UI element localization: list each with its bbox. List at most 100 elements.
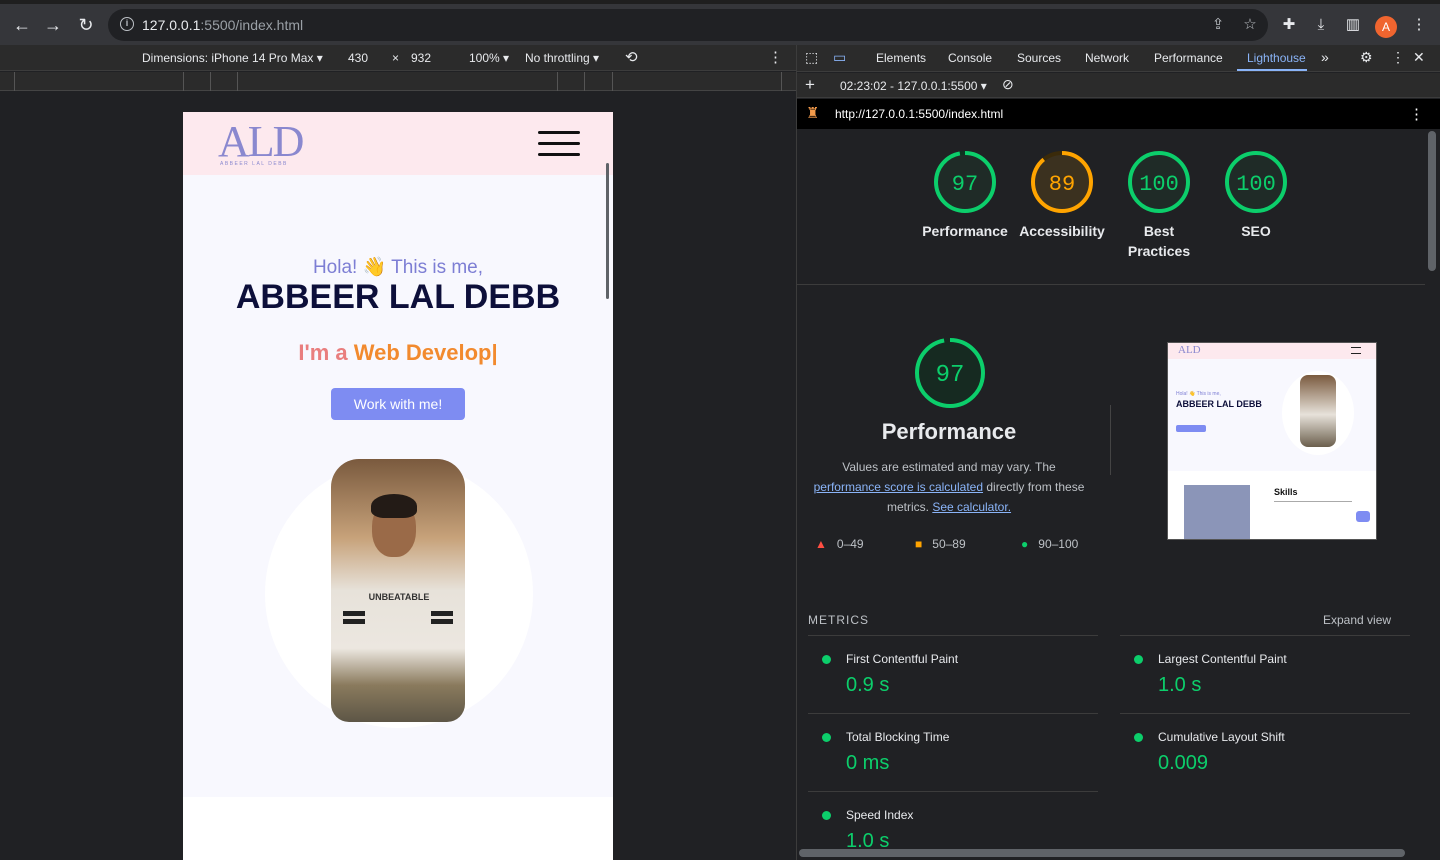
extensions-puzzle-icon[interactable]: ✚ — [1278, 14, 1300, 36]
forward-arrow-icon[interactable]: → — [41, 13, 65, 37]
metric-name: Total Blocking Time — [846, 730, 950, 744]
tab-lighthouse[interactable]: Lighthouse — [1247, 51, 1306, 65]
devtools-menu-icon[interactable]: ⋮ — [1391, 49, 1405, 66]
performance-big-score: 97 — [936, 362, 965, 389]
bookmark-star-icon[interactable]: ☆ — [1240, 15, 1260, 35]
metric-speed-index: Speed Index 1.0 s — [808, 791, 1098, 847]
side-panel-icon[interactable]: ▥ — [1342, 14, 1364, 36]
profile-photo: UNBEATABLE — [331, 459, 465, 722]
share-icon[interactable]: ⇪ — [1208, 15, 1228, 35]
metric-value: 1.0 s — [1158, 674, 1202, 696]
viewport-pane: Dimensions: iPhone 14 Pro Max ▾ 430 × 93… — [0, 45, 796, 860]
score-gauge-accessibility[interactable]: 89 Accessibility — [1012, 149, 1112, 241]
metric-first-contentful-paint: First Contentful Paint 0.9 s — [808, 635, 1098, 713]
tab-console[interactable]: Console — [948, 51, 992, 65]
device-toolbar-menu-icon[interactable]: ⋮ — [768, 48, 783, 66]
address-url[interactable]: 127.0.0.1:5500/index.html — [142, 17, 303, 33]
svg-text:100: 100 — [1139, 172, 1179, 197]
tab-network[interactable]: Network — [1085, 51, 1129, 65]
download-icon[interactable]: ⤓ — [1310, 14, 1332, 36]
pass-dot-icon — [822, 811, 831, 820]
report-horizontal-scrollbar[interactable] — [799, 849, 1405, 857]
final-screenshot-thumbnail[interactable]: ALD Hola! 👋 This is me, ABBEER LAL DEBB … — [1167, 342, 1377, 540]
throttling-select[interactable]: No throttling ▾ — [525, 51, 599, 65]
tab-elements[interactable]: Elements — [876, 51, 926, 65]
device-width[interactable]: 430 — [348, 51, 368, 65]
report-menu-icon[interactable]: ⋮ — [1409, 105, 1424, 123]
lighthouse-toolbar: + 02:23:02 - 127.0.0.1:5500 ▾ ⊘ — [797, 73, 1440, 98]
metric-largest-contentful-paint: Largest Contentful Paint 1.0 s — [1120, 635, 1410, 713]
metric-name: Cumulative Layout Shift — [1158, 730, 1285, 744]
active-tab-indicator — [1237, 69, 1307, 71]
close-devtools-icon[interactable]: ✕ — [1413, 49, 1425, 66]
back-arrow-icon[interactable]: ← — [10, 13, 34, 37]
profile-avatar[interactable]: A — [1375, 16, 1397, 38]
performance-description: Values are estimated and may vary. The p… — [813, 460, 1085, 514]
gauge-label: Accessibility — [1019, 223, 1105, 239]
site-info-icon[interactable]: i — [120, 17, 134, 31]
metric-name: Largest Contentful Paint — [1158, 652, 1287, 666]
metric-value: 0.9 s — [846, 674, 890, 696]
svg-text:100: 100 — [1236, 172, 1276, 197]
report-url[interactable]: http://127.0.0.1:5500/index.html — [835, 107, 1003, 121]
new-report-plus-icon[interactable]: + — [805, 75, 815, 95]
tab-performance[interactable]: Performance — [1154, 51, 1223, 65]
devtools-tabbar: ⬚ ▭ Elements Console Sources Network Per… — [797, 45, 1440, 72]
report-scrollbar[interactable] — [1428, 131, 1436, 271]
metric-cumulative-layout-shift: Cumulative Layout Shift 0.009 — [1120, 713, 1410, 791]
legend-average: ■ 50–89 — [915, 537, 966, 551]
hamburger-menu-icon[interactable] — [538, 131, 580, 157]
metric-value: 0.009 — [1158, 752, 1209, 774]
site-logo-subtitle: ABBEER LAL DEBB — [220, 161, 288, 167]
page-scrollbar[interactable] — [606, 163, 609, 299]
svg-text:97: 97 — [952, 172, 978, 197]
gauge-ring: 100 — [1225, 151, 1287, 213]
device-toolbar: Dimensions: iPhone 14 Pro Max ▾ 430 × 93… — [0, 45, 796, 71]
device-toggle-icon[interactable]: ▭ — [833, 49, 846, 66]
metric-total-blocking-time: Total Blocking Time 0 ms — [808, 713, 1098, 791]
clear-reports-icon[interactable]: ⊘ — [1002, 76, 1014, 93]
report-url-bar: ♜ http://127.0.0.1:5500/index.html ⋮ — [797, 99, 1440, 129]
typed-role: I'm a Web Develop| — [298, 340, 498, 365]
rotate-icon[interactable]: ⟲ — [625, 48, 638, 66]
lighthouse-logo-icon: ♜ — [806, 105, 820, 122]
pass-dot-icon — [1134, 655, 1143, 664]
gauge-label: SEO — [1241, 223, 1271, 239]
metric-value: 1.0 s — [846, 830, 890, 847]
report-select[interactable]: 02:23:02 - 127.0.0.1:5500 ▾ — [840, 79, 987, 93]
site-header: ALD ABBEER LAL DEBB — [183, 112, 613, 175]
pass-dot-icon — [1134, 733, 1143, 742]
browser-menu-icon[interactable]: ⋮ — [1408, 14, 1430, 36]
triangle-icon: ▲ — [815, 537, 827, 551]
media-query-ruler — [0, 72, 796, 91]
circle-icon: ● — [1021, 537, 1029, 551]
tab-sources[interactable]: Sources — [1017, 51, 1061, 65]
legend-pass: ● 90–100 — [1021, 537, 1079, 551]
score-gauge-best-practices[interactable]: 100 Best Practices — [1109, 149, 1209, 261]
metric-name: First Contentful Paint — [846, 652, 959, 666]
inspect-element-icon[interactable]: ⬚ — [805, 49, 818, 66]
more-tabs-icon[interactable]: » — [1321, 49, 1329, 65]
device-height[interactable]: 932 — [411, 51, 431, 65]
see-calculator-link[interactable]: See calculator. — [932, 500, 1011, 514]
work-with-me-button[interactable]: Work with me! — [331, 388, 465, 420]
address-bar[interactable]: i 127.0.0.1:5500/index.html ⇪ ☆ — [108, 9, 1268, 41]
devtools-pane: ⬚ ▭ Elements Console Sources Network Per… — [797, 45, 1440, 860]
settings-gear-icon[interactable]: ⚙ — [1360, 49, 1373, 66]
emulated-page: ALD ABBEER LAL DEBB Hola! 👋 This is me, … — [183, 112, 613, 860]
svg-text:89: 89 — [1049, 172, 1075, 197]
metrics-heading: METRICS — [808, 613, 869, 627]
pass-dot-icon — [822, 655, 831, 664]
site-logo[interactable]: ALD — [218, 116, 304, 167]
device-select[interactable]: Dimensions: iPhone 14 Pro Max ▾ — [142, 51, 323, 65]
lighthouse-report: 97 Performance 89 Accessibility 100 Best Prac… — [797, 129, 1425, 847]
zoom-select[interactable]: 100% ▾ — [469, 51, 509, 65]
score-gauge-seo[interactable]: 100 SEO — [1206, 149, 1306, 241]
expand-view-link[interactable]: Expand view — [1323, 613, 1391, 627]
score-gauge-performance[interactable]: 97 Performance — [915, 149, 1015, 241]
score-calculated-link[interactable]: performance score is calculated — [814, 480, 983, 494]
square-icon: ■ — [915, 537, 923, 551]
hero-name: ABBEER LAL DEBB — [235, 278, 561, 316]
metric-name: Speed Index — [846, 808, 914, 822]
reload-icon[interactable]: ↻ — [74, 13, 98, 37]
